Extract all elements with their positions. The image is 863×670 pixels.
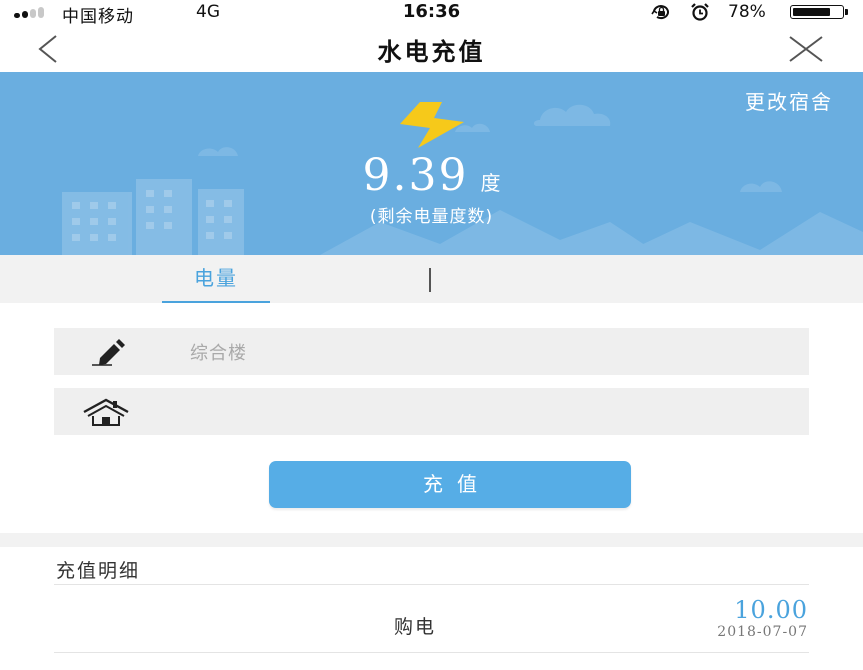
building-field[interactable]: 综合楼: [54, 328, 809, 375]
change-dorm-link[interactable]: 更改宿舍: [745, 86, 833, 115]
house-icon: [83, 398, 129, 426]
recharge-button[interactable]: 充值: [269, 461, 631, 508]
record-date: 2018-07-07: [717, 624, 808, 640]
building-value: 综合楼: [190, 343, 247, 364]
status-bar: 中国移动 4G 16:36 78%: [0, 0, 863, 27]
tab-divider: [429, 268, 431, 292]
details-title: 充值明细: [56, 560, 141, 582]
orientation-lock-icon: [651, 5, 669, 20]
energy-unit: 度: [480, 171, 501, 195]
battery-icon: [790, 5, 848, 19]
battery-percent: 78%: [728, 2, 766, 22]
pencil-icon: [92, 339, 125, 366]
remaining-energy: 9.39 度: [0, 150, 863, 201]
room-field[interactable]: [54, 388, 809, 435]
record-amount: 10.00: [734, 596, 808, 624]
alarm-clock-icon: [691, 3, 709, 21]
page-title: 水电充值: [377, 38, 486, 66]
tab-electricity[interactable]: 电量: [162, 255, 270, 303]
tab-bar: 电量: [0, 255, 863, 303]
divider: [54, 584, 809, 585]
record-type: 购电: [394, 616, 437, 638]
section-separator: [0, 533, 863, 547]
remaining-energy-value: 9.39: [362, 150, 469, 201]
close-button[interactable]: [784, 34, 828, 64]
battery-level-fill: [793, 8, 830, 16]
divider: [54, 652, 809, 653]
lightning-bolt-icon: [400, 102, 464, 148]
navigation-bar: 水电充值: [0, 24, 863, 72]
electricity-banner: 更改宿舍 9.39 度 (剩余电量度数): [0, 72, 863, 255]
remaining-energy-caption: (剩余电量度数): [369, 207, 494, 227]
